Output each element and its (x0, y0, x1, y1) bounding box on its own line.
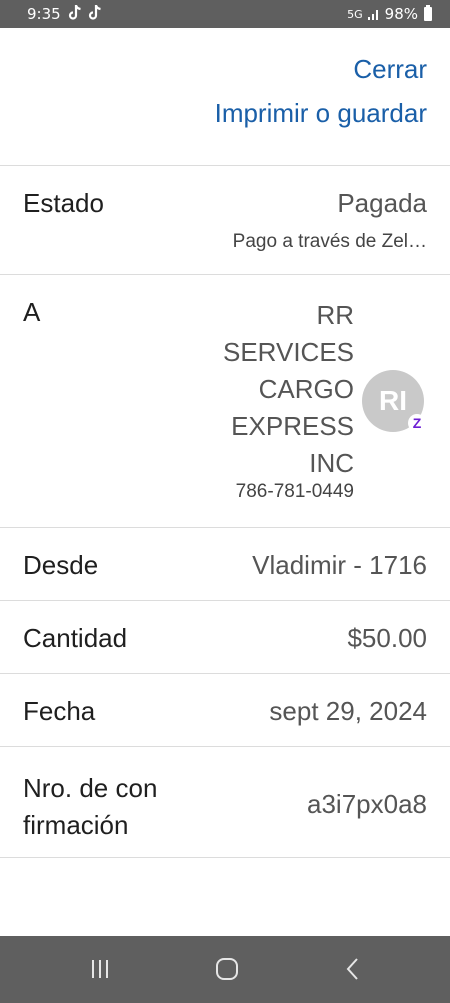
5g-icon: 5G (347, 7, 363, 21)
recipient-phone: 786-781-0449 (235, 481, 354, 502)
recipient-name-line: SERVICES (222, 337, 354, 367)
back-button[interactable] (333, 954, 373, 984)
recent-apps-button[interactable] (80, 954, 120, 984)
amount-label: Cantidad (23, 623, 128, 653)
recipient-name-line: RR (316, 300, 354, 330)
recipient-name: RR SERVICES CARGO EXPRESS INC (134, 297, 354, 482)
home-button[interactable] (207, 954, 247, 984)
amount-row: Cantidad $50.00 (0, 601, 450, 674)
recipient-name-line: INC (309, 448, 354, 478)
header-actions: Cerrar Imprimir o guardar (0, 28, 450, 166)
status-bar: 9:35 5G 98% (0, 0, 450, 28)
navigation-bar (0, 936, 450, 1003)
recent-apps-icon (92, 960, 108, 978)
confirmation-label: Nro. de con firmación (23, 770, 193, 844)
date-label: Fecha (23, 696, 96, 726)
status-value: Pagada (337, 188, 427, 218)
amount-value: $50.00 (347, 623, 427, 653)
avatar-initials: RI (379, 385, 407, 416)
recipient-name-line: CARGO (258, 374, 354, 404)
confirmation-label-line: Nro. de con (23, 773, 158, 803)
print-or-save-button[interactable]: Imprimir o guardar (215, 98, 427, 129)
from-value: Vladimir - 1716 (252, 550, 427, 580)
status-row: Estado Pagada Pago a través de Zel… (0, 166, 450, 275)
battery-percent: 98% (384, 5, 418, 23)
home-icon (216, 958, 238, 980)
recipient-name-line: EXPRESS (231, 411, 354, 441)
zelle-icon: Z (408, 414, 426, 432)
tiktok-icon (68, 5, 81, 20)
confirmation-value: a3i7px0a8 (307, 789, 427, 819)
from-row: Desde Vladimir - 1716 (0, 528, 450, 601)
status-label: Estado (23, 188, 104, 218)
confirmation-label-line: firmación (23, 810, 129, 840)
recipient-label: A (23, 297, 41, 327)
tiktok-icon (88, 5, 101, 20)
recipient-row: A RR SERVICES CARGO EXPRESS INC 786-781-… (0, 275, 450, 528)
date-row: Fecha sept 29, 2024 (0, 674, 450, 747)
status-indicators: 5G 98% (347, 5, 432, 23)
date-value: sept 29, 2024 (269, 696, 427, 726)
signal-icon (367, 10, 378, 20)
back-icon (346, 958, 358, 980)
from-label: Desde (23, 550, 99, 580)
close-button[interactable]: Cerrar (353, 54, 427, 85)
status-subtext: Pago a través de Zel… (232, 231, 427, 252)
confirmation-row: Nro. de con firmación a3i7px0a8 (0, 747, 450, 858)
status-time: 9:35 (27, 5, 61, 23)
battery-icon (424, 5, 432, 21)
